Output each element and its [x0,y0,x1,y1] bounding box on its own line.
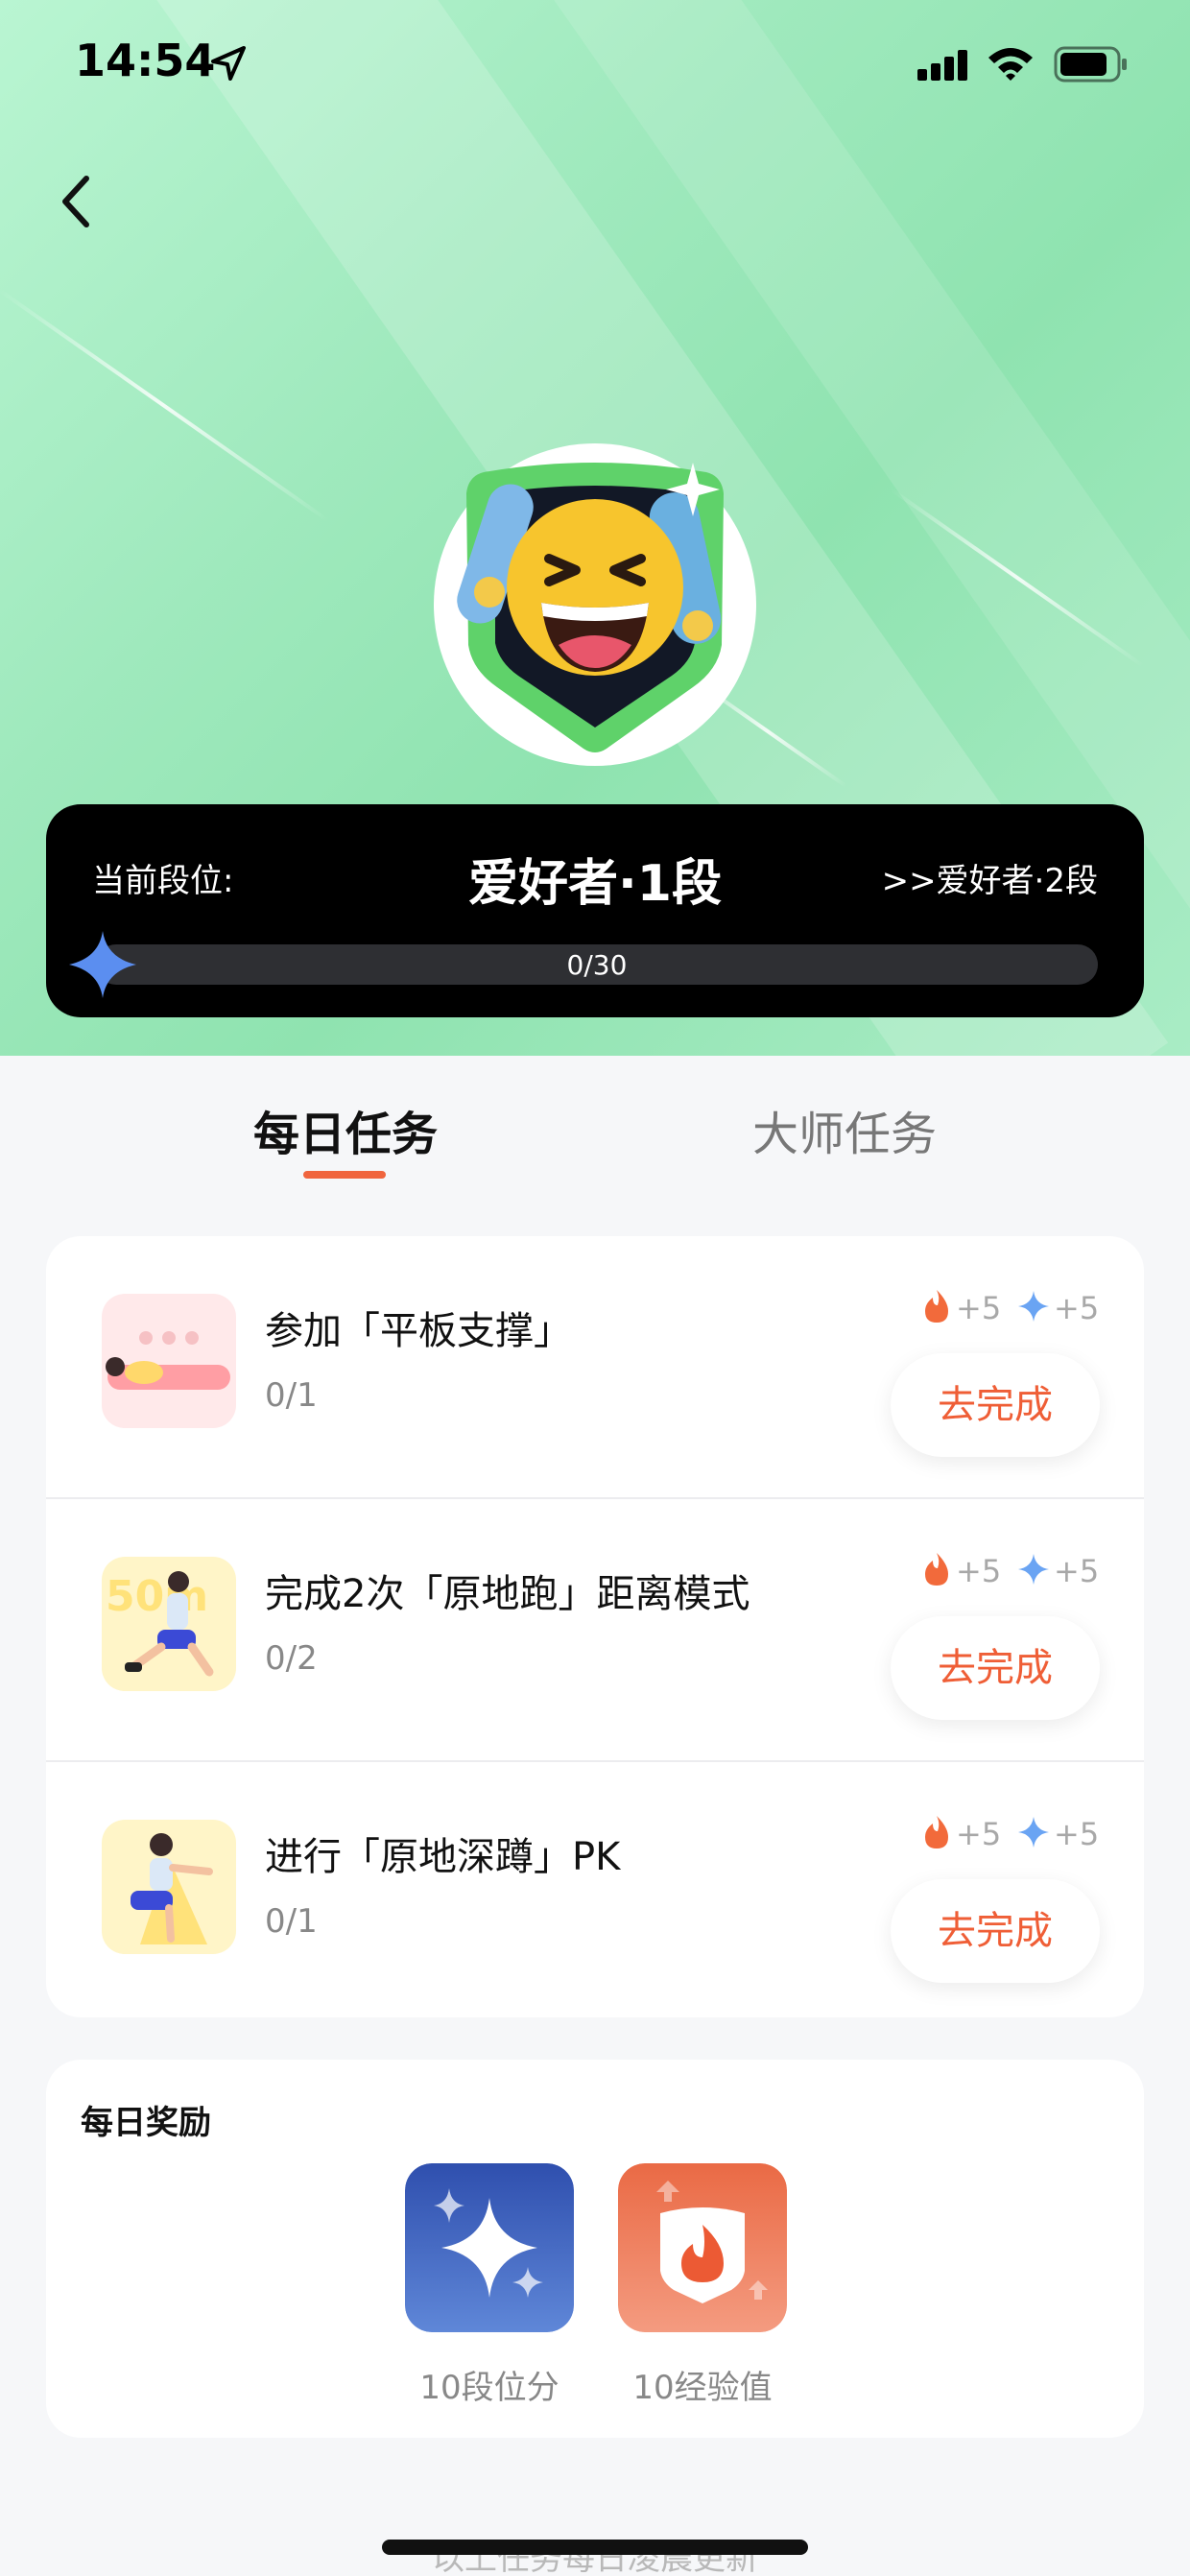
rank-panel: 当前段位: 爱好者·1段 >>爱好者·2段 0/30 [46,804,1144,1017]
go-complete-button[interactable]: 去完成 [891,1353,1100,1457]
daily-reward-heading: 每日奖励 [81,2104,211,2142]
task-row: 参加「平板支撑」 0/1 +5 +5 去完成 [46,1236,1144,1497]
tab-daily-tasks[interactable]: 每日任务 [253,1096,438,1163]
go-complete-button[interactable]: 去完成 [891,1616,1100,1720]
reward-item-rank-points: 10段位分 [405,2163,574,2408]
task-progress: 0/2 [265,1639,318,1678]
daily-reward-card: 每日奖励 10段位分 10经验值 [46,2060,1144,2438]
go-complete-button[interactable]: 去完成 [891,1879,1100,1983]
rank-badge [434,443,756,766]
location-arrow-icon [211,46,246,81]
flame-icon [925,1816,948,1849]
status-time: 14:54 [75,35,216,86]
task-progress: 0/1 [265,1902,318,1941]
svg-text:50m: 50m [106,1572,208,1621]
reward-label: 10经验值 [632,2369,773,2407]
battery-icon [1054,46,1127,83]
running-illustration-icon: 50m [102,1557,236,1691]
sparkle-icon [405,2163,574,2332]
fire-reward-value: +5 [956,1290,1002,1326]
squat-illustration-icon [102,1820,236,1954]
rank-progress-text: 0/30 [566,949,628,981]
task-title: 进行「原地深蹲」PK [265,1835,621,1879]
fire-reward-value: +5 [956,1816,1002,1852]
reward-label: 10段位分 [419,2369,559,2407]
next-rank-link[interactable]: >>爱好者·2段 [882,854,1098,901]
task-title: 参加「平板支撑」 [265,1309,572,1353]
laughing-face-badge-icon [457,463,724,752]
hero-header: 14:54 当前段位: 爱好者·1段 >>爱好者·2段 0/30 [0,0,1190,1056]
light-streak [0,287,330,523]
task-row: 50m 完成2次「原地跑」距离模式 0/2 +5 +5 去完成 [46,1499,1144,1760]
task-list: 参加「平板支撑」 0/1 +5 +5 去完成 50m 完成2次「原地跑」距离模式… [46,1236,1144,2017]
rank-progress-bar: 0/30 [96,944,1098,985]
task-title: 完成2次「原地跑」距离模式 [265,1572,750,1616]
task-tabs: 每日任务 大师任务 [0,1056,1190,1190]
task-progress: 0/1 [265,1376,318,1415]
task-row: 进行「原地深蹲」PK 0/1 +5 +5 去完成 [46,1762,1144,2017]
star-reward-value: +5 [1054,1553,1100,1589]
wifi-icon [988,48,1033,81]
star-reward-icon [1018,1291,1049,1322]
flame-icon [925,1553,948,1586]
star-reward-value: +5 [1054,1290,1100,1326]
home-indicator [382,2540,808,2555]
cellular-signal-icon [917,50,967,81]
fire-reward-value: +5 [956,1553,1002,1589]
reward-item-experience: 10经验值 [618,2163,787,2408]
star-reward-icon [1018,1554,1049,1585]
status-bar: 14:54 [0,0,1190,134]
active-tab-indicator [303,1171,386,1179]
star-reward-value: +5 [1054,1816,1100,1852]
back-button[interactable] [54,163,111,240]
flame-icon [925,1290,948,1323]
star-reward-icon [1018,1817,1049,1848]
flame-shield-icon [618,2163,787,2332]
plank-illustration-icon [102,1294,236,1428]
four-point-star-icon [69,931,136,998]
tab-master-tasks[interactable]: 大师任务 [752,1096,937,1163]
